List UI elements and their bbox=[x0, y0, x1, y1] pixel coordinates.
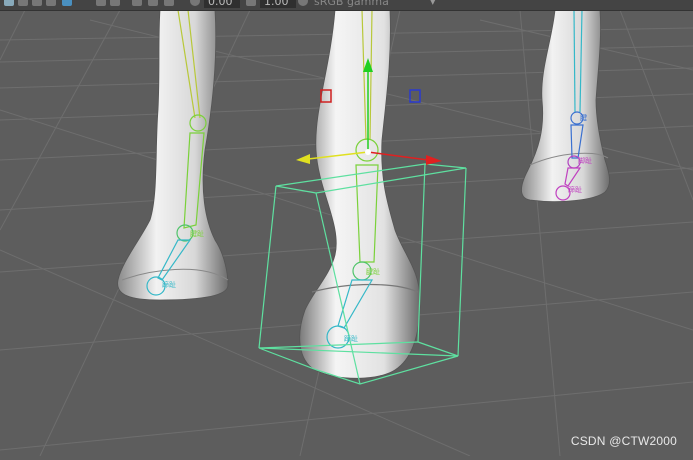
colorspace-icon[interactable] bbox=[298, 0, 308, 6]
shaded-icon[interactable] bbox=[46, 0, 56, 6]
center-leg-mesh bbox=[299, 9, 421, 379]
bone-label-right-a: 脚趾 bbox=[578, 156, 592, 165]
viewport-scene: 腱趾 蹄趾 腱趾 蹄趾 腱 脚趾 蹄趾 bbox=[0, 0, 693, 457]
bone-label-right-b: 蹄趾 bbox=[568, 185, 582, 194]
colorspace-label[interactable]: sRGB gamma bbox=[314, 0, 389, 8]
isolate-icon[interactable] bbox=[164, 0, 174, 6]
grid-icon[interactable] bbox=[96, 0, 106, 6]
frame-icon[interactable] bbox=[132, 0, 142, 6]
dropdown-icon[interactable]: ▾ bbox=[430, 0, 436, 8]
watermark: CSDN @CTW2000 bbox=[570, 434, 677, 448]
viewport-toolbar: 0.00 1.00 sRGB gamma ▾ bbox=[0, 0, 693, 11]
bone-label-center-low: 蹄趾 bbox=[344, 334, 358, 343]
3d-viewport[interactable]: 腱趾 蹄趾 腱趾 蹄趾 腱 脚趾 蹄趾 bbox=[0, 0, 693, 457]
bone-label-left-mid: 腱趾 bbox=[190, 229, 204, 238]
frame-all-icon[interactable] bbox=[148, 0, 158, 6]
gamma-value: 1.00 bbox=[264, 0, 289, 8]
select-icon[interactable] bbox=[62, 0, 72, 6]
exposure-icon[interactable] bbox=[190, 0, 200, 6]
exposure-value: 0.00 bbox=[208, 0, 233, 8]
snap-icon[interactable] bbox=[110, 0, 120, 6]
layers-icon[interactable] bbox=[18, 0, 28, 6]
bone-label-center-mid: 腱趾 bbox=[366, 267, 380, 276]
left-leg-mesh bbox=[117, 9, 229, 301]
camera-icon[interactable] bbox=[4, 0, 14, 6]
bone-label-left-low: 蹄趾 bbox=[162, 280, 176, 289]
right-leg-mesh bbox=[521, 9, 610, 202]
bone-label-right-mid: 腱 bbox=[580, 113, 587, 122]
wireframe-icon[interactable] bbox=[32, 0, 42, 6]
gamma-icon[interactable] bbox=[246, 0, 256, 6]
